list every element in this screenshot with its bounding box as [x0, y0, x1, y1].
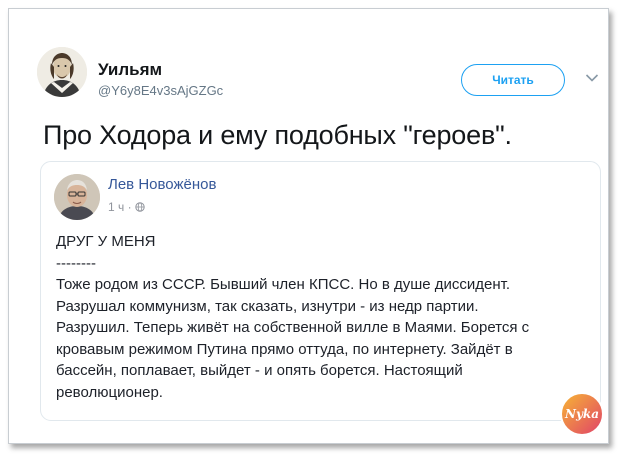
portrait-image	[54, 174, 100, 220]
quoted-author-avatar[interactable]	[54, 174, 100, 220]
quoted-post-line: ДРУГ У МЕНЯ	[56, 233, 156, 250]
globe-icon	[134, 202, 145, 212]
quoted-post-line: бассейн, поплавает, выйдет - и опять бор…	[56, 362, 463, 379]
quoted-post-line: кровавым режимом Путина прямо оттуда, по…	[56, 340, 513, 358]
quoted-post[interactable]: Лев Новожёнов 1 ч · ДРУГ У МЕНЯ --------…	[40, 161, 601, 421]
quoted-post-time-text: 1 ч ·	[108, 200, 132, 214]
portrait-image	[37, 47, 87, 97]
quoted-author-name[interactable]: Лев Новожёнов	[108, 176, 216, 193]
quoted-post-line: Разрушил. Теперь живёт на собственной ви…	[56, 319, 530, 336]
tweet-text: Про Ходора и ему подобных "героев".	[43, 120, 512, 150]
chevron-down-icon[interactable]	[585, 73, 599, 83]
quoted-post-line: революционер.	[56, 383, 163, 401]
svg-text:Nyka: Nyka	[564, 407, 599, 421]
follow-button[interactable]: Читать	[461, 64, 565, 96]
quoted-post-body: ДРУГ У МЕНЯ -------- Тоже родом из СССР.…	[56, 231, 586, 403]
tweet-card: Уильям @Y6y8E4v3sAjGZGc Читать Про Ходор…	[8, 8, 609, 444]
quoted-post-line: Разрушал коммунизм, так сказать, изнутри…	[56, 297, 479, 315]
watermark-logo: Nyka	[560, 392, 604, 436]
author-handle[interactable]: @Y6y8E4v3sAjGZGc	[98, 83, 223, 98]
follow-button-label: Читать	[492, 73, 534, 87]
quoted-post-time[interactable]: 1 ч ·	[108, 200, 145, 214]
quoted-post-line: --------	[56, 254, 96, 272]
avatar[interactable]	[37, 47, 87, 97]
quoted-post-line: Тоже родом из СССР. Бывший член КПСС. Но…	[56, 276, 511, 293]
author-display-name[interactable]: Уильям	[98, 60, 162, 80]
